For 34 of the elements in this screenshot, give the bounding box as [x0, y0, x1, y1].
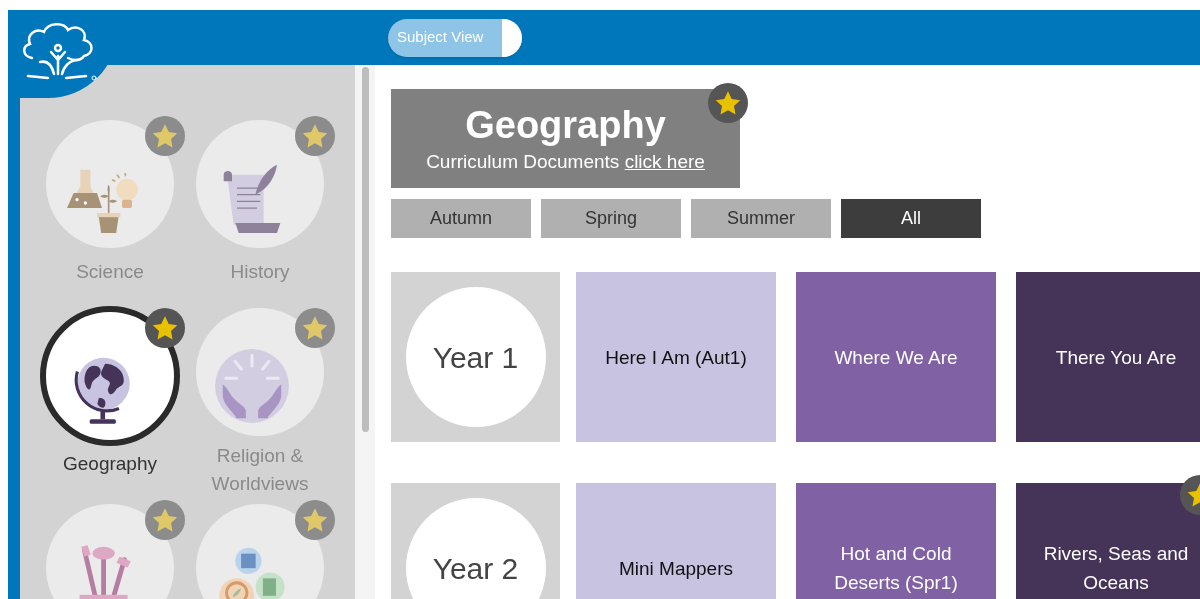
star-icon	[152, 315, 178, 341]
star-icon	[302, 507, 328, 533]
unit-card[interactable]: Rivers, Seas and Oceans	[1016, 483, 1200, 599]
star-button[interactable]	[708, 83, 748, 123]
term-tab[interactable]: Spring	[541, 199, 681, 238]
subject-label: History	[229, 260, 291, 284]
star-icon	[152, 123, 178, 149]
star-button[interactable]	[295, 500, 335, 540]
star-button[interactable]	[145, 116, 185, 156]
subject-label: Religion & Worldviews	[210, 444, 310, 496]
subject-label: Science	[75, 260, 145, 284]
scrollbar-thumb[interactable]	[361, 67, 369, 432]
unit-card[interactable]: Hot and Cold Deserts (Spr1)	[796, 483, 996, 599]
star-icon	[152, 507, 178, 533]
star-icon	[302, 315, 328, 341]
curriculum-documents-text: Curriculum Documents click here	[426, 149, 705, 174]
term-tab[interactable]: Autumn	[391, 199, 531, 238]
unit-card[interactable]: Here I Am (Aut1)	[576, 272, 776, 442]
unit-card[interactable]: Where We Are	[796, 272, 996, 442]
star-button[interactable]	[295, 116, 335, 156]
subject-title: Geography	[465, 102, 666, 147]
star-button[interactable]	[145, 308, 185, 348]
star-icon	[715, 90, 741, 116]
star-button[interactable]	[145, 500, 185, 540]
click-here-link[interactable]: click here	[624, 150, 705, 172]
term-tab[interactable]: Summer	[691, 199, 831, 238]
unit-card[interactable]: Mini Mappers	[576, 483, 776, 599]
year-label: Year 2	[405, 498, 546, 599]
term-tab[interactable]: All	[841, 199, 981, 238]
subject-label: Geography	[62, 452, 158, 476]
unit-card[interactable]: There You Are	[1016, 272, 1200, 442]
star-button[interactable]	[295, 308, 335, 348]
star-icon	[302, 123, 328, 149]
year-label: Year 1	[405, 287, 546, 427]
